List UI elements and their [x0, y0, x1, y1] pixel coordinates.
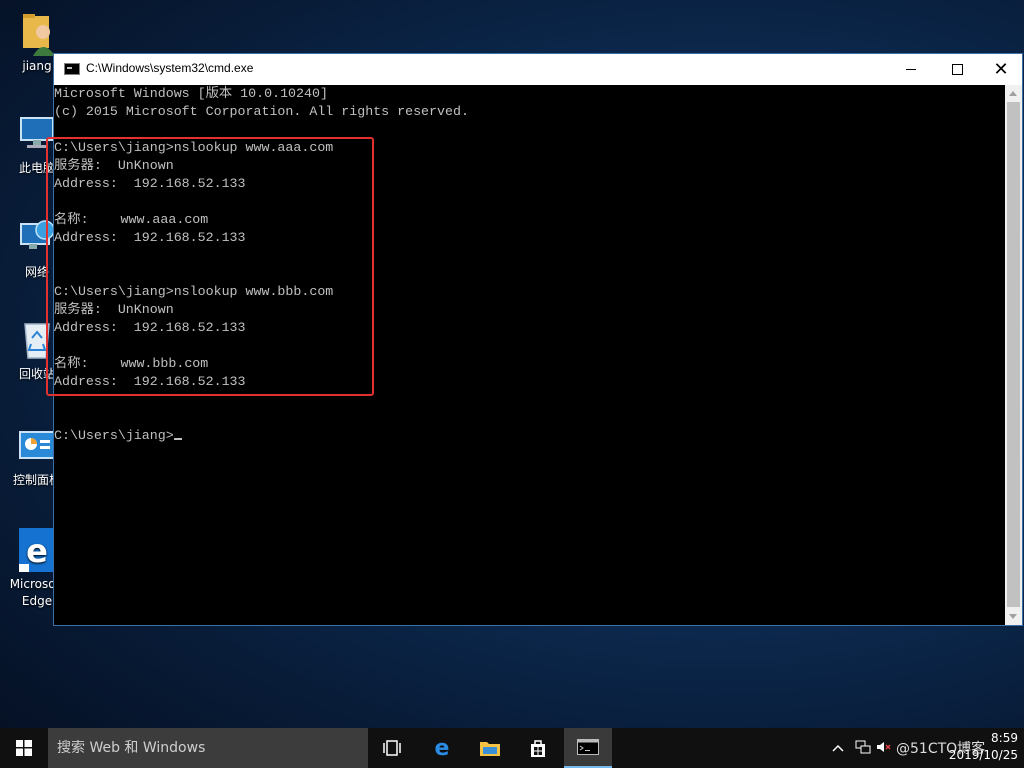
start-button[interactable] [0, 728, 48, 768]
clock-time: 8:59 [991, 731, 1018, 745]
user-folder-icon [23, 14, 55, 56]
window-title: C:\Windows\system32\cmd.exe [86, 61, 254, 75]
volume-muted-icon[interactable] [874, 740, 894, 757]
taskbar-edge-button[interactable]: e [418, 728, 466, 768]
edge-icon: e [435, 737, 450, 759]
cmd-icon [577, 739, 599, 755]
scroll-up-arrow-icon[interactable] [1009, 91, 1017, 96]
show-hidden-icons-chevron-icon[interactable] [830, 741, 846, 755]
taskbar-store-button[interactable] [514, 728, 562, 768]
taskbar: 搜索 Web 和 Windows e @51CTO博客 8:59 2019/10… [0, 728, 1024, 768]
edge-icon: e [19, 528, 55, 572]
scrollbar-thumb[interactable] [1007, 102, 1020, 607]
cmd-app-icon[interactable] [64, 63, 80, 75]
store-icon [531, 740, 545, 757]
network-tray-icon[interactable] [852, 740, 874, 757]
task-view-icon [383, 740, 401, 756]
title-bar[interactable]: C:\Windows\system32\cmd.exe ✕ [54, 54, 1022, 85]
control-panel-icon [19, 431, 55, 459]
close-button[interactable]: ✕ [978, 54, 1024, 85]
scroll-down-arrow-icon[interactable] [1009, 614, 1017, 619]
console-line: (c) 2015 Microsoft Corporation. All righ… [54, 104, 469, 119]
folder-icon [480, 742, 500, 756]
clock-date: 2019/10/25 [948, 748, 1018, 762]
taskbar-clock[interactable]: 8:59 2019/10/25 [938, 730, 1018, 764]
console-line: Microsoft Windows [版本 10.0.10240] [54, 86, 328, 101]
red-highlight-box [46, 137, 374, 396]
console-prompt-line: C:\Users\jiang> [54, 427, 1006, 445]
task-view-button[interactable] [368, 728, 416, 768]
taskbar-cmd-button[interactable] [564, 728, 612, 768]
vertical-scrollbar[interactable] [1005, 85, 1022, 625]
windows-logo-icon [16, 740, 32, 756]
taskbar-search-box[interactable]: 搜索 Web 和 Windows [48, 728, 368, 768]
text-cursor [173, 438, 182, 440]
minimize-button[interactable] [888, 54, 934, 85]
svg-text:e: e [435, 737, 450, 759]
svg-text:e: e [26, 532, 48, 570]
taskbar-file-explorer-button[interactable] [466, 728, 514, 768]
maximize-button[interactable] [934, 54, 980, 85]
